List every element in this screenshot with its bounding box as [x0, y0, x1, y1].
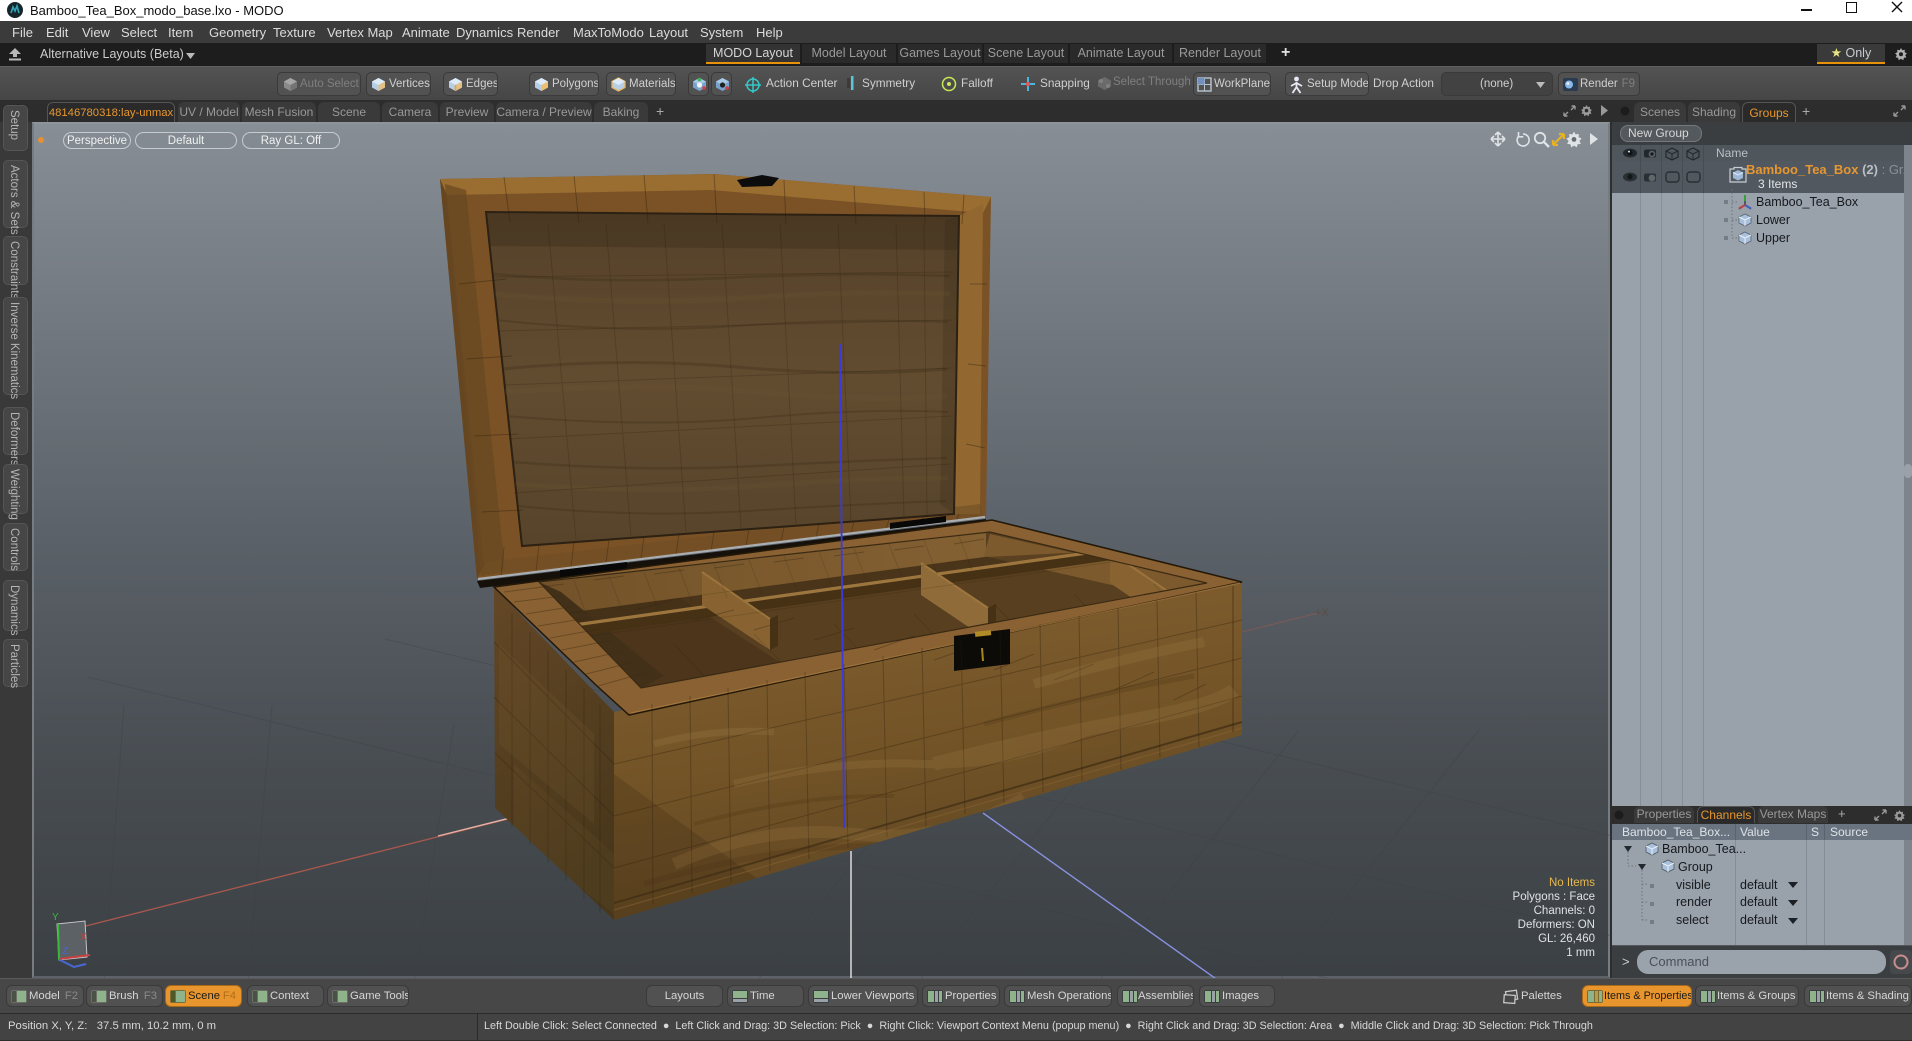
svg-text:Z: Z [62, 946, 68, 957]
svg-text:+X: +X [1315, 607, 1329, 619]
svg-text:X: X [80, 932, 87, 943]
svg-text:Y: Y [52, 912, 59, 923]
